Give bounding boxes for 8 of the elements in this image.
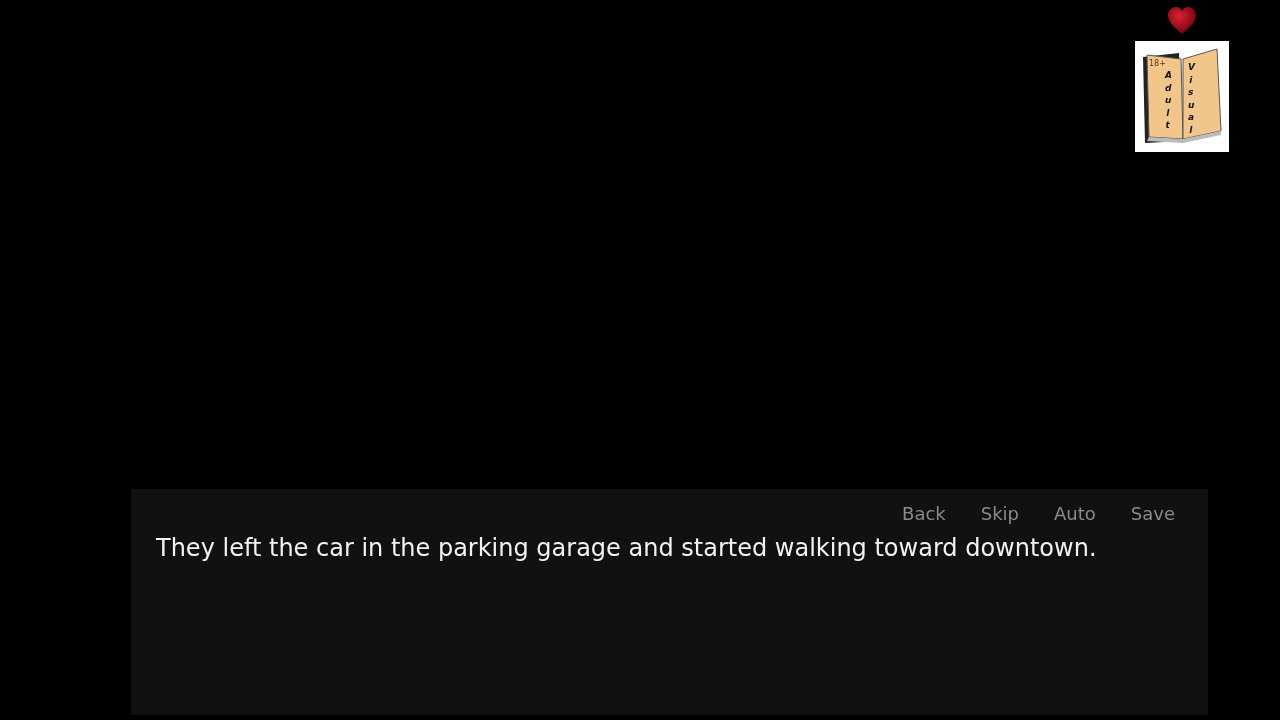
quick-menu-button[interactable]: Skip xyxy=(980,503,1019,524)
quick-menu-button[interactable]: Back xyxy=(902,503,946,524)
quick-menu-button[interactable]: Save xyxy=(1130,503,1175,524)
dialogue-text: They left the car in the parking garage and started walking toward downtown. xyxy=(156,534,1098,562)
logo-word: Adult xyxy=(1165,69,1174,132)
age-label: 18+ xyxy=(1149,59,1166,68)
logo-word: Visual xyxy=(1188,61,1197,137)
quick-menu-button[interactable]: Auto xyxy=(1054,503,1096,524)
